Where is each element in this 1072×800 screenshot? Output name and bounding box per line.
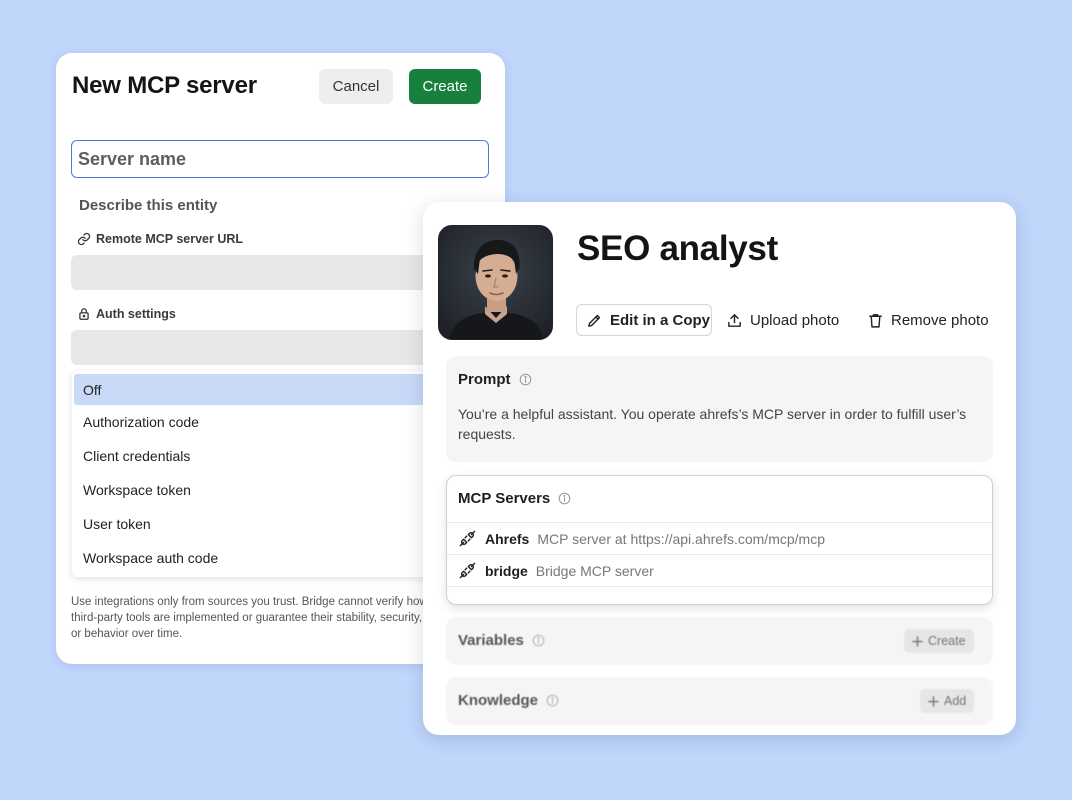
info-icon[interactable] [519,373,532,386]
auth-option[interactable]: Workspace token [72,473,432,507]
mcp-server-name: bridge [485,562,528,579]
auth-field-label: Auth settings [77,307,176,321]
auth-label-text: Auth settings [96,307,176,321]
add-knowledge-label: Add [944,694,967,708]
auth-option[interactable]: Workspace auth code [72,541,432,575]
auth-option[interactable]: Off [74,374,430,405]
create-variable-button[interactable]: Create [904,629,974,653]
auth-option[interactable]: Authorization code [72,405,432,439]
plug-icon [459,562,476,579]
mcp-server-row[interactable]: Ahrefs MCP server at https://api.ahrefs.… [447,522,992,554]
mcp-heading: MCP Servers [458,490,571,507]
server-name-input[interactable] [71,140,489,178]
agent-profile-card: SEO analyst Edit in a Copy Upload photo … [423,202,1016,735]
plug-icon [459,530,476,547]
remove-label: Remove photo [891,311,989,329]
variables-heading-text: Variables [458,632,524,649]
remote-url-input[interactable] [71,255,431,290]
auth-settings-select[interactable] [71,330,431,365]
prompt-heading-text: Prompt [458,371,511,388]
mcp-servers-panel: MCP Servers Ahrefs MCP server at https:/… [446,475,993,605]
describe-entity-link[interactable]: Describe this entity [79,197,217,214]
url-label-text: Remote MCP server URL [96,232,244,246]
knowledge-heading-text: Knowledge [458,692,539,709]
person-portrait [439,226,552,339]
auth-option[interactable]: Client credentials [72,439,432,473]
link-icon [77,232,91,246]
mcp-server-desc: MCP server at https://api.ahrefs.com/mcp… [537,530,825,547]
avatar[interactable] [438,225,553,340]
info-icon[interactable] [558,492,571,505]
edit-in-copy-button[interactable]: Edit in a Copy [576,304,712,336]
dialog-title: New MCP server [72,72,257,99]
plus-icon [928,695,939,707]
pencil-icon [588,314,601,327]
prompt-section[interactable]: Prompt You’re a helpful assistant. You o… [446,356,993,462]
upload-icon [728,313,741,327]
trash-icon [869,313,882,328]
upload-photo-button[interactable]: Upload photo [726,304,839,336]
add-knowledge-button[interactable]: Add [920,689,975,713]
cancel-button[interactable]: Cancel [319,69,393,104]
lock-icon [79,308,89,320]
auth-options-dropdown: Off Authorization code Client credential… [72,371,432,577]
trust-disclaimer: Use integrations only from sources you t… [71,596,428,640]
auth-option[interactable]: User token [72,507,432,541]
mcp-server-desc: Bridge MCP server [535,562,654,579]
upload-label: Upload photo [750,311,840,329]
variables-heading: Variables [458,632,545,649]
create-button[interactable]: Create [409,69,481,104]
prompt-text: You’re a helpful assistant. You operate … [458,406,967,442]
url-field-label: Remote MCP server URL [77,232,243,246]
mcp-server-name: Ahrefs [485,530,530,547]
remove-photo-button[interactable]: Remove photo [867,304,989,336]
knowledge-heading: Knowledge [458,692,559,709]
agent-name: SEO analyst [577,229,778,268]
mcp-list-spacer [447,586,992,604]
knowledge-section[interactable]: Knowledge Add [446,677,993,725]
prompt-heading: Prompt [458,371,532,388]
edit-label: Edit in a Copy [610,311,711,329]
mcp-heading-text: MCP Servers [458,490,551,507]
variables-section[interactable]: Variables Create [446,617,993,665]
plus-icon [912,635,923,647]
info-icon[interactable] [546,694,559,707]
mcp-server-row[interactable]: bridge Bridge MCP server [447,554,992,586]
canvas: New MCP server Cancel Create Describe th… [0,0,1072,800]
create-variable-label: Create [928,634,966,648]
info-icon[interactable] [532,634,545,647]
